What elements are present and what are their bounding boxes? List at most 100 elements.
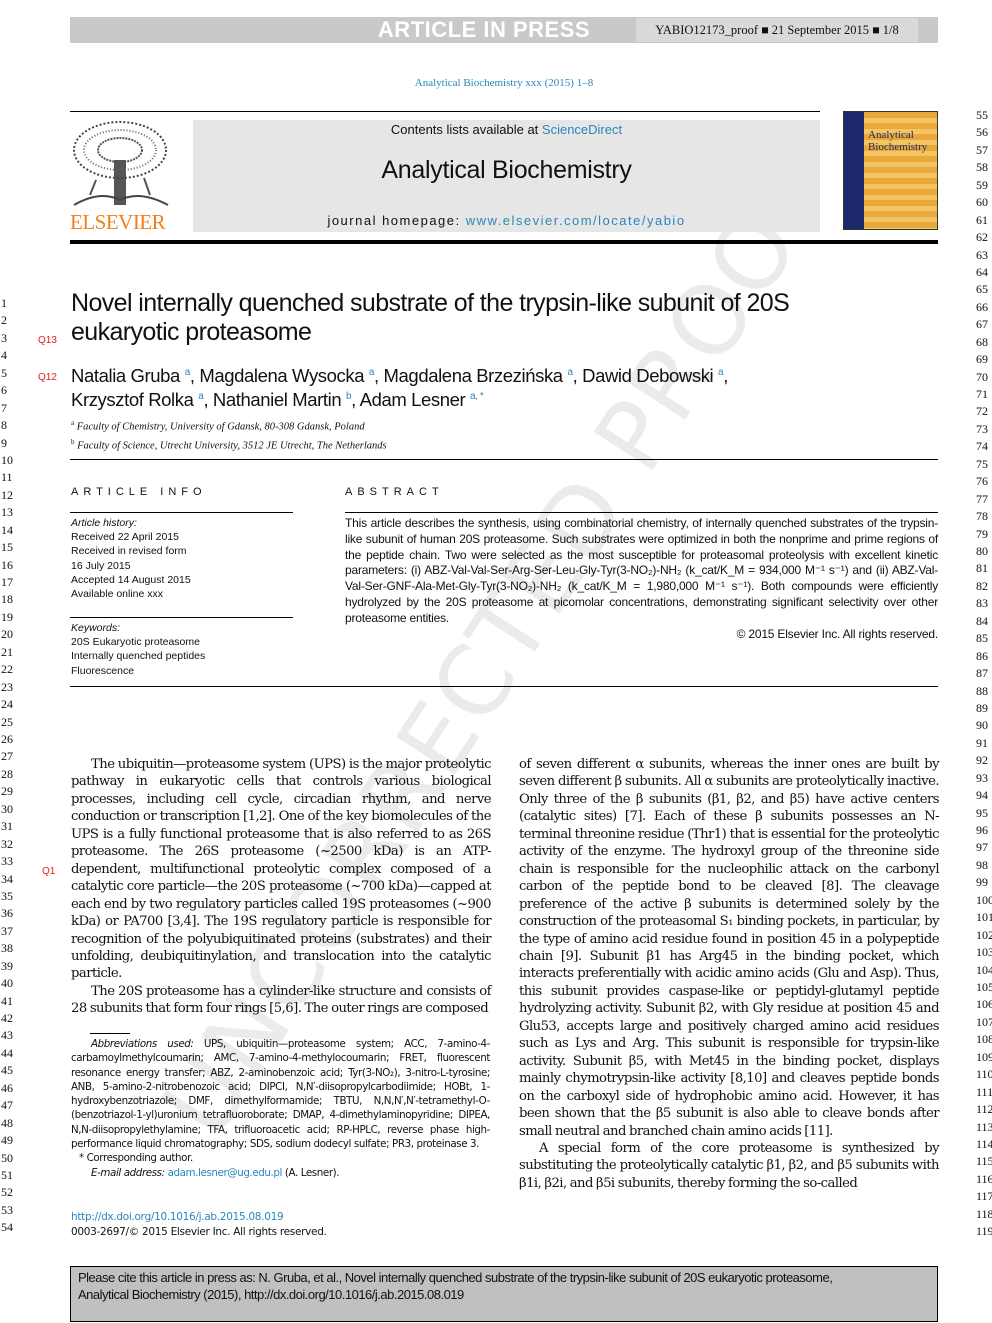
abstract: This article describes the synthesis, us… [345,516,938,642]
affiliation-marker[interactable]: a [718,367,724,378]
line-number: 44 [1,1045,13,1060]
line-number: 63 [976,247,988,262]
line-number: 98 [976,857,988,872]
affiliation: b Faculty of Science, Utrecht University… [71,435,387,454]
line-number: 41 [1,993,13,1008]
email-link[interactable]: adam.lesner@ug.edu.pl [168,1167,283,1179]
author[interactable]: Magdalena Brzezińska [384,365,564,386]
line-number: 92 [976,753,988,768]
email-line: E-mail address: adam.lesner@ug.edu.pl (A… [71,1166,490,1180]
sciencedirect-link[interactable]: ScienceDirect [542,122,622,137]
line-number: 69 [976,352,988,367]
line-number: 24 [1,697,13,712]
line-number: 78 [976,509,988,524]
affiliation-key: a [71,419,75,427]
line-number: 33 [1,854,13,869]
affiliation-marker[interactable]: b [346,391,352,402]
line-number: 51 [1,1168,13,1182]
line-number: 8 [1,418,7,433]
affiliation-marker[interactable]: a [198,391,204,402]
line-number: 62 [976,230,988,245]
divider [70,111,820,112]
affiliation-marker[interactable]: a, * [470,391,484,402]
author[interactable]: Natalia Gruba [71,365,180,386]
line-number: 87 [976,666,988,681]
author[interactable]: Nathaniel Martin [213,389,342,410]
corresponding-author-note: * Corresponding author. [79,1152,193,1165]
proof-info: YABIO12173_proof ■ 21 September 2015 ■ 1… [636,18,918,42]
author[interactable]: Krzysztof Rolka [71,389,194,410]
line-number: 54 [1,1220,13,1235]
line-number: 14 [1,522,13,537]
line-number: 56 [976,125,988,140]
keyword: Fluorescence [71,664,135,677]
line-number: 20 [1,627,13,642]
line-number: 66 [976,299,988,314]
body-column-left: The ubiquitin—proteasome system (UPS) is… [71,756,492,1018]
homepage-link[interactable]: www.elsevier.com/locate/yabio [466,213,686,228]
affiliation-marker[interactable]: a [185,367,191,378]
line-number: 23 [1,679,13,694]
line-number: 40 [1,976,13,991]
query-marker[interactable]: Q1 [42,866,55,877]
line-number: 11 [1,470,13,485]
line-number: 107 [976,1014,992,1029]
author[interactable]: Dawid Debowski [582,365,714,386]
line-number: 43 [1,1028,13,1043]
line-number: 21 [1,644,13,659]
line-number: 112 [976,1102,992,1117]
line-number: 115 [976,1154,992,1169]
paragraph: The ubiquitin—proteasome system (UPS) is… [71,757,492,982]
line-number: 37 [1,923,13,938]
line-number: 64 [976,264,988,279]
line-number: 99 [976,875,988,890]
line-number: 102 [976,927,992,942]
author[interactable]: Magdalena Wysocka [199,365,364,386]
publisher-name: ELSEVIER [70,210,166,234]
query-marker[interactable]: Q13 [38,335,57,346]
elsevier-logo: ELSEVIER [70,120,172,234]
history-item: Received 22 April 2015 [71,531,179,544]
author[interactable]: Adam Lesner [360,389,466,410]
line-number: 103 [976,945,992,960]
line-number: 15 [1,540,13,555]
email-suffix: (A. Lesner). [282,1166,340,1179]
paragraph: A special form of the core proteasome is… [519,1140,940,1191]
abstract-copyright: © 2015 Elsevier Inc. All rights reserved… [736,626,939,641]
line-number: 88 [976,683,988,698]
affiliation-marker[interactable]: a [369,367,375,378]
line-number: 47 [1,1098,13,1113]
affiliation-marker[interactable]: a [567,367,573,378]
history-item: Received in revised form [71,545,187,558]
journal-reference[interactable]: Analytical Biochemistry xxx (2015) 1–8 [0,77,992,89]
paragraph: The 20S proteasome has a cylinder-like s… [71,983,492,1017]
line-number: 30 [1,801,13,816]
line-number: 108 [976,1032,992,1047]
line-number: 95 [976,805,988,820]
homepage-line: journal homepage: www.elsevier.com/locat… [193,213,820,228]
line-number: 104 [976,962,992,977]
line-number: 58 [976,160,988,175]
line-number: 17 [1,575,13,590]
line-number: 119 [976,1224,992,1239]
doi-link[interactable]: http://dx.doi.org/10.1016/j.ab.2015.08.0… [71,1211,284,1223]
line-number: 100 [976,892,992,907]
abbreviations-text: UPS, ubiquitin—proteasome system; ACC, 7… [71,1038,490,1151]
line-number: 55 [976,108,988,122]
divider [70,686,938,687]
line-number: 59 [976,177,988,192]
line-number: 38 [1,941,13,956]
line-number: 27 [1,749,13,764]
line-number: 91 [976,735,988,750]
line-number: 39 [1,958,13,973]
query-marker[interactable]: Q12 [38,372,57,383]
affiliation-key: b [71,437,75,446]
affiliation-text: Faculty of Chemistry, University of Gdan… [76,421,365,433]
affiliations: a Faculty of Chemistry, University of Gd… [71,416,387,453]
line-number: 65 [976,282,988,297]
line-number: 94 [976,788,988,803]
title-line: Novel internally quenched substrate of t… [71,289,790,317]
line-number: 68 [976,334,988,349]
citation-line: Analytical Biochemistry (2015), http://d… [78,1287,464,1302]
line-number: 83 [976,596,988,611]
